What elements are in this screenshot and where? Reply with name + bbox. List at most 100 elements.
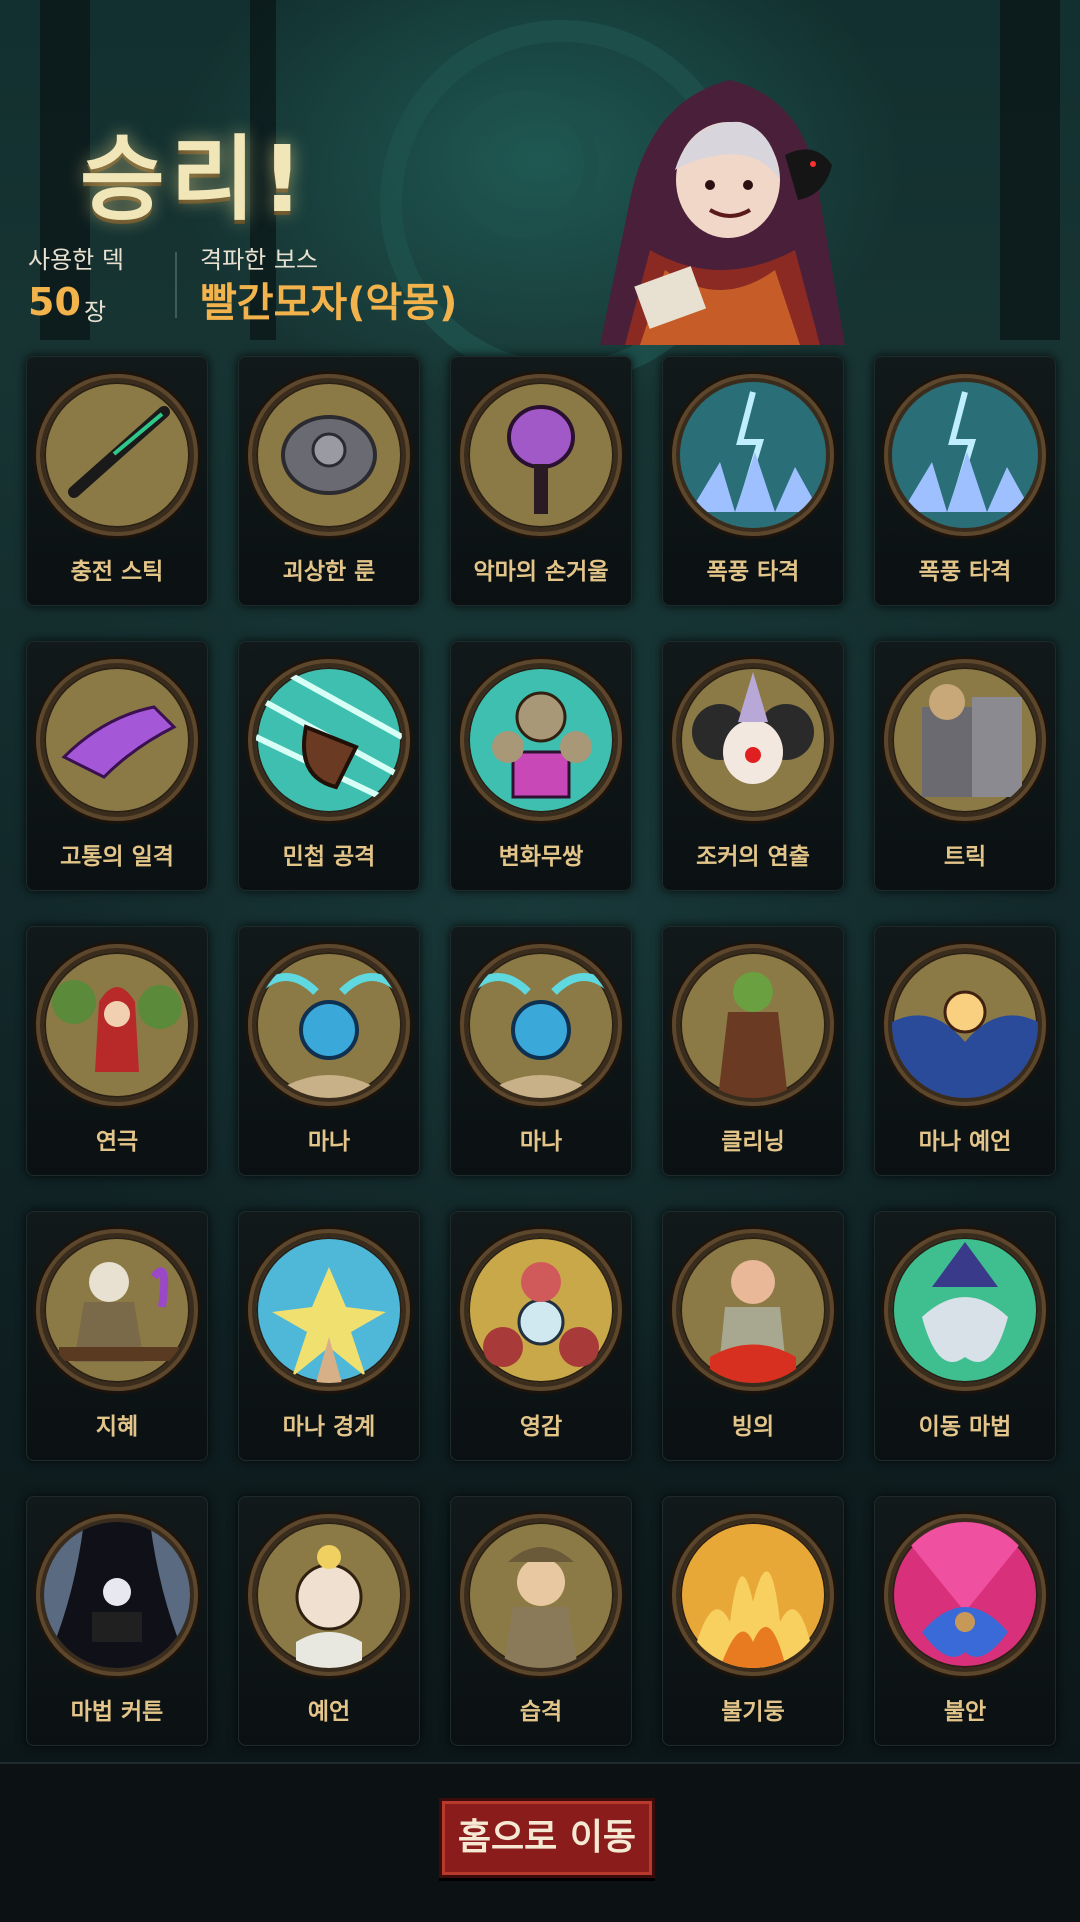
ever-changing-icon — [492, 691, 592, 799]
card-item[interactable]: 빙의 — [662, 1211, 844, 1461]
card-item[interactable]: 지혜 — [26, 1211, 208, 1461]
card-item[interactable]: 변화무쌍 — [450, 641, 632, 891]
card-medallion — [36, 1514, 198, 1676]
home-button[interactable]: 홈으로 이동 — [439, 1798, 655, 1878]
card-name: 지혜 — [95, 1414, 139, 1440]
deck-label: 사용한 덱 — [28, 246, 124, 274]
card-item[interactable]: 악마의 손거울 — [450, 356, 632, 606]
deck-unit: 장 — [84, 298, 107, 326]
card-name: 마법 커튼 — [70, 1699, 164, 1725]
card-medallion — [248, 1514, 410, 1676]
play-icon — [44, 952, 190, 1098]
mana-orb-icon — [256, 973, 402, 1098]
card-item[interactable]: 클리닝 — [662, 926, 844, 1176]
card-item[interactable]: 충전 스틱 — [26, 356, 208, 606]
fire-pillar-icon — [690, 1571, 816, 1668]
card-item[interactable]: 마법 커튼 — [26, 1496, 208, 1746]
card-name: 마나 — [519, 1129, 563, 1155]
card-medallion — [460, 1514, 622, 1676]
card-item[interactable]: 이동 마법 — [874, 1211, 1056, 1461]
card-name: 변화무쌍 — [498, 844, 584, 870]
card-item[interactable]: 마나 경계 — [238, 1211, 420, 1461]
card-name: 마나 예언 — [918, 1129, 1012, 1155]
strange-rune-icon — [256, 382, 402, 528]
card-medallion — [884, 659, 1046, 821]
pain-strike-icon — [61, 705, 177, 779]
card-item[interactable]: 트릭 — [874, 641, 1056, 891]
card-item[interactable]: 마나 — [238, 926, 420, 1176]
inspiration-icon — [468, 1237, 614, 1383]
card-name: 트릭 — [943, 844, 987, 870]
card-medallion — [884, 944, 1046, 1106]
card-item[interactable]: 폭풍 타격 — [662, 356, 844, 606]
card-item[interactable]: 습격 — [450, 1496, 632, 1746]
card-item[interactable]: 연극 — [26, 926, 208, 1176]
wisdom-icon — [44, 1237, 190, 1383]
card-name: 영감 — [519, 1414, 563, 1440]
storm-strike-icon — [892, 382, 1038, 528]
anxiety-icon — [892, 1522, 1038, 1668]
ever-changing-icon — [468, 667, 614, 813]
mana-prophecy-icon — [892, 952, 1038, 1098]
raid-icon — [503, 1547, 578, 1668]
trick-icon — [892, 667, 1038, 813]
agile-attack-icon — [256, 667, 402, 813]
card-medallion — [884, 1229, 1046, 1391]
card-medallion — [884, 374, 1046, 536]
card-name: 빙의 — [731, 1414, 775, 1440]
agile-attack-icon — [256, 667, 402, 810]
card-name: 괴상한 룬 — [282, 559, 376, 585]
demon-hand-mirror-icon — [507, 405, 575, 514]
card-item[interactable]: 고통의 일격 — [26, 641, 208, 891]
card-name: 민첩 공격 — [282, 844, 376, 870]
teleport-magic-icon — [922, 1242, 1008, 1362]
wisdom-icon — [59, 1262, 179, 1362]
cleaning-icon — [680, 952, 826, 1098]
card-medallion — [672, 374, 834, 536]
raid-icon — [468, 1522, 614, 1668]
card-item[interactable]: 마나 — [450, 926, 632, 1176]
card-medallion — [36, 374, 198, 536]
card-item[interactable]: 예언 — [238, 1496, 420, 1746]
card-item[interactable]: 폭풍 타격 — [874, 356, 1056, 606]
mana-orb-icon — [468, 952, 614, 1098]
card-item[interactable]: 괴상한 룬 — [238, 356, 420, 606]
card-item[interactable]: 불안 — [874, 1496, 1056, 1746]
joker-performance-icon — [680, 667, 826, 813]
magic-curtain-icon — [44, 1522, 190, 1668]
mana-orb-icon — [468, 973, 614, 1098]
card-item[interactable]: 불기둥 — [662, 1496, 844, 1746]
charge-stick-icon — [68, 406, 170, 498]
fire-pillar-icon — [680, 1522, 826, 1668]
card-medallion — [248, 659, 410, 821]
magic-curtain-icon — [44, 1522, 190, 1668]
possession-icon — [680, 1237, 826, 1383]
card-name: 고통의 일격 — [60, 844, 174, 870]
card-item[interactable]: 조커의 연출 — [662, 641, 844, 891]
pain-strike-icon — [44, 667, 190, 813]
anxiety-icon — [892, 1522, 1038, 1657]
joker-performance-icon — [692, 672, 814, 784]
card-name: 조커의 연출 — [696, 844, 810, 870]
trick-icon — [922, 684, 1022, 797]
card-medallion — [248, 944, 410, 1106]
card-item[interactable]: 마나 예언 — [874, 926, 1056, 1176]
card-name: 불기둥 — [721, 1699, 785, 1725]
inspiration-icon — [483, 1262, 599, 1367]
storm-strike-icon — [680, 382, 826, 528]
card-name: 이동 마법 — [918, 1414, 1012, 1440]
card-medallion — [36, 659, 198, 821]
card-medallion — [672, 1514, 834, 1676]
deck-count: 50 — [28, 280, 81, 324]
mana-boundary-icon — [256, 1237, 402, 1383]
card-medallion — [248, 374, 410, 536]
card-item[interactable]: 영감 — [450, 1211, 632, 1461]
card-name: 폭풍 타격 — [918, 559, 1012, 585]
cleaning-icon — [718, 972, 788, 1098]
card-medallion — [460, 944, 622, 1106]
storm-strike-icon — [892, 382, 1038, 528]
storm-strike-icon — [680, 382, 826, 528]
strange-rune-icon — [281, 415, 377, 495]
card-item[interactable]: 민첩 공격 — [238, 641, 420, 891]
card-name: 예언 — [307, 1699, 351, 1725]
